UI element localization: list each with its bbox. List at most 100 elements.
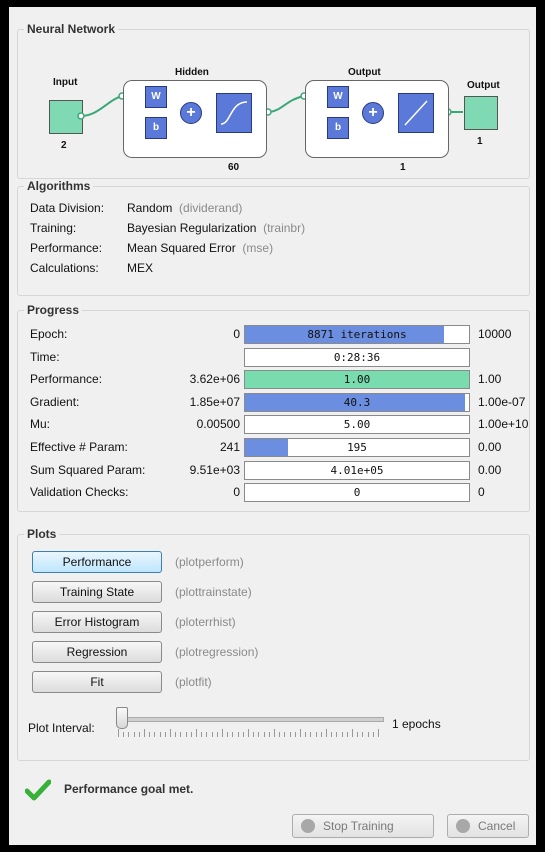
plot-regression-button[interactable]: Regression	[32, 641, 162, 663]
plot-training-state-button[interactable]: Training State	[32, 581, 162, 603]
slider-ticks	[116, 729, 384, 737]
output-label: Output	[467, 80, 500, 91]
progress-bar: 8871 iterations	[244, 325, 470, 344]
plot-error-histogram-button[interactable]: Error Histogram	[32, 611, 162, 633]
algorithm-row-division: Data Division: Random (dividerand)	[30, 201, 242, 215]
progress-bar: 0	[244, 483, 470, 503]
output-layer-size: 1	[400, 162, 406, 173]
progress-label: Sum Squared Param:	[30, 462, 146, 477]
progress-start-value: 3.62e+06	[189, 372, 240, 387]
progress-end-value: 1.00e+10	[478, 417, 529, 432]
progress-end-value: 0.00	[478, 462, 502, 477]
progress-label: Epoch:	[30, 327, 68, 341]
hidden-sum-node: +	[180, 102, 202, 124]
algorithm-label: Training:	[30, 221, 77, 235]
slider-track	[116, 717, 384, 722]
status-message: Performance goal met.	[64, 782, 194, 796]
progress-start-value: 1.85e+07	[189, 394, 240, 409]
progress-bar-text: 1.00	[343, 373, 371, 387]
progress-bar: 5.00	[244, 415, 470, 435]
hidden-bias-block: b	[145, 117, 167, 139]
progress-row: Validation Checks: 0 0 0	[30, 483, 530, 503]
plot-performance-fn: (plotperform)	[175, 555, 244, 569]
output-sum-node: +	[362, 102, 384, 124]
progress-row: Time: 0:28:36	[30, 347, 530, 367]
neural-network-panel: Neural Network Input 2 Hidden W b + 60 O…	[17, 22, 530, 179]
progress-bar-text: 0:28:36	[333, 350, 381, 364]
progress-panel: Progress Epoch: 0 8871 iterations 10000 Time…	[17, 303, 530, 512]
progress-bar-text: 4.01e+05	[330, 463, 384, 477]
stop-icon	[301, 819, 315, 833]
output-weight-block: W	[327, 86, 349, 108]
plot-fit-fn: (plotfit)	[175, 675, 212, 689]
progress-row: Sum Squared Param: 9.51e+03 4.01e+05 0.00	[30, 460, 530, 480]
progress-label: Time:	[30, 349, 60, 364]
plot-interval-label: Plot Interval:	[28, 721, 95, 735]
plot-performance-button[interactable]: Performance	[32, 551, 162, 573]
progress-start-value: 9.51e+03	[189, 462, 240, 477]
progress-row: Effective # Param: 241 195 0.00	[30, 438, 530, 457]
algorithm-label: Data Division:	[30, 201, 105, 215]
algorithm-fn: (mse)	[242, 241, 274, 255]
output-bias-block: b	[327, 117, 349, 139]
progress-start-value: 0	[233, 485, 240, 500]
progress-bar: 1.00	[244, 370, 470, 390]
output-block	[464, 96, 498, 130]
section-title-algorithms: Algorithms	[24, 179, 94, 193]
progress-bar: 0:28:36	[244, 347, 470, 367]
algorithm-value: Random	[127, 201, 173, 215]
stop-training-button[interactable]: Stop Training	[292, 814, 434, 838]
cancel-label: Cancel	[478, 819, 516, 833]
hidden-weight-block: W	[145, 86, 167, 108]
hidden-label: Hidden	[175, 67, 209, 78]
output-size: 1	[477, 136, 483, 147]
progress-bar: 195	[244, 438, 470, 457]
plot-training-state-fn: (plottrainstate)	[175, 585, 252, 599]
progress-label: Gradient:	[30, 394, 80, 409]
algorithm-label: Calculations:	[30, 261, 99, 275]
algorithm-row-performance: Performance: Mean Squared Error (mse)	[30, 241, 273, 255]
progress-start-value: 0	[233, 327, 240, 341]
progress-label: Validation Checks:	[30, 485, 129, 500]
plot-error-histogram-fn: (ploterrhist)	[175, 615, 236, 629]
output-layer-label: Output	[348, 67, 381, 78]
progress-bar-text: 8871 iterations	[307, 328, 407, 341]
progress-bar-text: 195	[347, 441, 367, 454]
section-title-progress: Progress	[24, 303, 83, 317]
progress-end-value: 10000	[478, 327, 512, 341]
algorithms-panel: Algorithms Data Division: Random (divider…	[17, 179, 530, 296]
plot-interval-slider[interactable]	[116, 707, 384, 741]
progress-bar: 40.3	[244, 392, 470, 412]
progress-row: Gradient: 1.85e+07 40.3 1.00e-07	[30, 392, 530, 412]
progress-label: Mu:	[30, 417, 51, 432]
stop-training-label: Stop Training	[323, 819, 394, 833]
plot-fit-button[interactable]: Fit	[32, 671, 162, 693]
tansig-transfer-icon	[216, 93, 252, 133]
connection-lines	[77, 92, 463, 127]
progress-bar-text: 5.00	[343, 418, 371, 432]
progress-label: Effective # Param:	[30, 440, 128, 454]
progress-end-value: 0	[478, 485, 485, 500]
algorithm-value: MEX	[127, 261, 154, 275]
algorithm-fn: (dividerand)	[179, 201, 243, 215]
progress-row: Epoch: 0 8871 iterations 10000	[30, 325, 530, 344]
cancel-icon	[456, 819, 470, 833]
algorithm-label: Performance:	[30, 241, 103, 255]
progress-start-value: 0.00500	[196, 417, 240, 432]
progress-bar-text: 0	[353, 486, 361, 500]
progress-end-value: 1.00	[478, 372, 502, 387]
algorithm-value: Bayesian Regularization	[127, 221, 257, 235]
hidden-size: 60	[228, 162, 240, 173]
progress-bar: 4.01e+05	[244, 460, 470, 480]
algorithm-fn: (trainbr)	[263, 221, 306, 235]
slider-thumb[interactable]	[116, 707, 128, 729]
plot-regression-fn: (plotregression)	[175, 645, 259, 659]
progress-bar-text: 40.3	[343, 395, 371, 409]
progress-row: Performance: 3.62e+06 1.00 1.00	[30, 370, 530, 390]
training-window: Neural Network Input 2 Hidden W b + 60 O…	[9, 7, 536, 845]
algorithm-row-calculations: Calculations: MEX	[30, 261, 153, 275]
check-icon	[25, 779, 51, 801]
cancel-button[interactable]: Cancel	[447, 814, 529, 838]
plot-interval-value: 1 epochs	[392, 717, 441, 731]
algorithm-row-training: Training: Bayesian Regularization (trainb…	[30, 221, 305, 235]
